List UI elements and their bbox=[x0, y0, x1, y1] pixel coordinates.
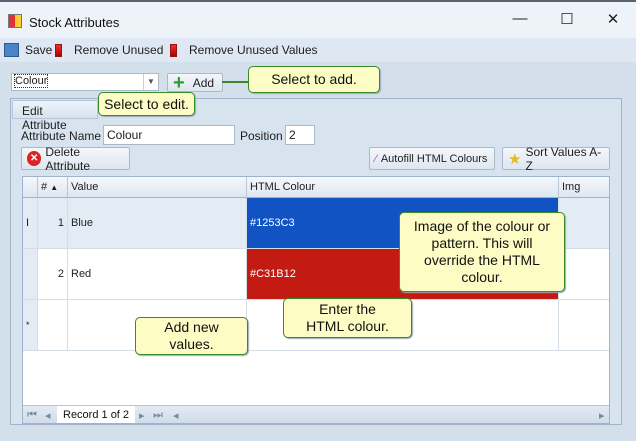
minimize-button[interactable]: — bbox=[508, 10, 532, 32]
row-indicator bbox=[23, 249, 38, 300]
maximize-button[interactable]: ☐ bbox=[555, 10, 579, 32]
sort-values-button[interactable]: ★ Sort Values A-Z bbox=[502, 145, 610, 173]
cell-value[interactable]: Red bbox=[68, 249, 247, 300]
add-button[interactable]: + Add bbox=[167, 71, 223, 94]
prev-record-button[interactable]: ◂ bbox=[45, 409, 51, 422]
cell-img[interactable] bbox=[559, 249, 609, 300]
attribute-name-label: Attribute Name bbox=[21, 129, 102, 143]
column-header-img[interactable]: Img bbox=[559, 177, 609, 198]
record-navigator: ⏮ ◂ Record 1 of 2 ▸ ⏭ ◂ ▸ bbox=[23, 405, 609, 423]
callout-add: Select to add. bbox=[248, 66, 380, 93]
first-record-button[interactable]: ⏮ bbox=[27, 409, 37, 422]
column-header-num[interactable]: # ▲ bbox=[38, 177, 68, 198]
callout-pointer bbox=[222, 81, 249, 83]
column-header-html-colour[interactable]: HTML Colour bbox=[247, 177, 559, 198]
scroll-left-button[interactable]: ◂ bbox=[173, 409, 179, 422]
sort-asc-icon: ▲ bbox=[50, 183, 59, 192]
remove-unused-values-button[interactable]: Remove Unused Values bbox=[170, 43, 318, 57]
chevron-down-icon[interactable]: ▼ bbox=[143, 74, 158, 90]
new-row-indicator: * bbox=[23, 300, 38, 351]
save-icon bbox=[4, 43, 19, 57]
attribute-select[interactable]: Colour ▼ bbox=[11, 73, 159, 91]
toolbar: Save Remove Unused Remove Unused Values bbox=[0, 38, 636, 62]
row-indicator: I bbox=[23, 198, 38, 249]
column-header-value[interactable]: Value bbox=[68, 177, 247, 198]
cell-num[interactable]: 1 bbox=[38, 198, 68, 249]
position-label: Position bbox=[240, 129, 283, 143]
cell-num[interactable] bbox=[38, 300, 68, 351]
attribute-name-input[interactable]: Colour bbox=[103, 125, 235, 145]
record-counter: Record 1 of 2 bbox=[57, 406, 136, 423]
app-icon bbox=[8, 14, 22, 28]
callout-html: Enter the HTML colour. bbox=[283, 298, 412, 338]
position-input[interactable]: 2 bbox=[285, 125, 315, 145]
callout-edit: Select to edit. bbox=[98, 92, 195, 116]
save-button[interactable]: Save bbox=[4, 43, 52, 57]
row-indicator-header bbox=[23, 177, 38, 198]
group-title: Edit Attribute bbox=[12, 100, 98, 132]
callout-new: Add new values. bbox=[135, 317, 248, 355]
remove-icon bbox=[55, 43, 62, 57]
title-bar: Stock Attributes — ☐ ✕ bbox=[0, 0, 636, 38]
cell-num[interactable]: 2 bbox=[38, 249, 68, 300]
cell-img[interactable] bbox=[559, 300, 609, 351]
star-icon: ★ bbox=[508, 150, 522, 168]
next-record-button[interactable]: ▸ bbox=[139, 409, 145, 422]
autofill-html-colours-button[interactable]: ⁄ Autofill HTML Colours bbox=[369, 147, 495, 170]
callout-img: Image of the colour or pattern. This wil… bbox=[399, 212, 565, 292]
delete-icon: ✕ bbox=[27, 151, 42, 166]
remove-icon bbox=[170, 43, 177, 57]
delete-attribute-button[interactable]: ✕ Delete Attribute bbox=[21, 145, 130, 173]
cell-value[interactable]: Blue bbox=[68, 198, 247, 249]
magic-wand-icon: ⁄ bbox=[375, 152, 377, 165]
last-record-button[interactable]: ⏭ bbox=[153, 409, 163, 422]
plus-icon: + bbox=[173, 71, 185, 94]
remove-unused-button[interactable]: Remove Unused bbox=[55, 43, 163, 57]
window-title: Stock Attributes bbox=[29, 15, 120, 30]
cell-img[interactable] bbox=[559, 198, 609, 249]
scroll-right-button[interactable]: ▸ bbox=[599, 409, 605, 422]
close-button[interactable]: ✕ bbox=[601, 10, 625, 32]
